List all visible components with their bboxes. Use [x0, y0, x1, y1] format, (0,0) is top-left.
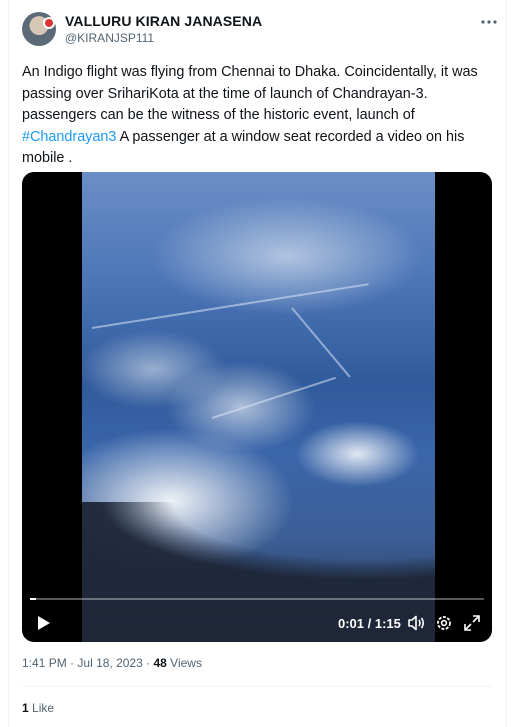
- volume-icon: [408, 615, 425, 631]
- tweet-text: An Indigo flight was flying from Chennai…: [22, 62, 500, 170]
- tweet-text-body: An Indigo flight was flying from Chennai…: [22, 64, 478, 123]
- views-count: 48: [153, 656, 167, 670]
- video-progress-bar[interactable]: [30, 598, 484, 600]
- video-time: 0:01 / 1:15: [338, 616, 401, 631]
- more-horizontal-icon: [481, 20, 497, 24]
- tweet-time[interactable]: 1:41 PM: [22, 656, 67, 670]
- tweet-date[interactable]: Jul 18, 2023: [77, 656, 142, 670]
- views-label: Views: [170, 656, 202, 670]
- more-options-button[interactable]: [478, 12, 500, 32]
- hashtag-link[interactable]: #Chandrayan3: [22, 129, 116, 145]
- play-button[interactable]: [32, 612, 54, 634]
- tweet-metadata: 1:41 PM · Jul 18, 2023 · 48 Views: [22, 656, 202, 670]
- author-handle[interactable]: @KIRANJSP111: [65, 31, 154, 45]
- fullscreen-button[interactable]: [462, 613, 482, 633]
- likes-label: Like: [32, 701, 55, 715]
- avatar-badge-icon: [43, 17, 55, 29]
- separator: ·: [70, 656, 75, 670]
- video-progress-fill: [30, 598, 36, 600]
- play-icon: [38, 616, 50, 630]
- settings-gear-icon: [437, 616, 451, 630]
- settings-button[interactable]: [434, 613, 454, 633]
- likes-count: 1: [22, 701, 29, 715]
- likes-stat[interactable]: 1 Like: [22, 701, 54, 715]
- divider: [22, 686, 492, 687]
- volume-button[interactable]: [406, 613, 426, 633]
- video-player[interactable]: 0:01 / 1:15: [22, 172, 492, 642]
- fullscreen-icon: [464, 615, 480, 631]
- author-name[interactable]: VALLURU KIRAN JANASENA: [65, 13, 262, 29]
- separator: ·: [146, 656, 151, 670]
